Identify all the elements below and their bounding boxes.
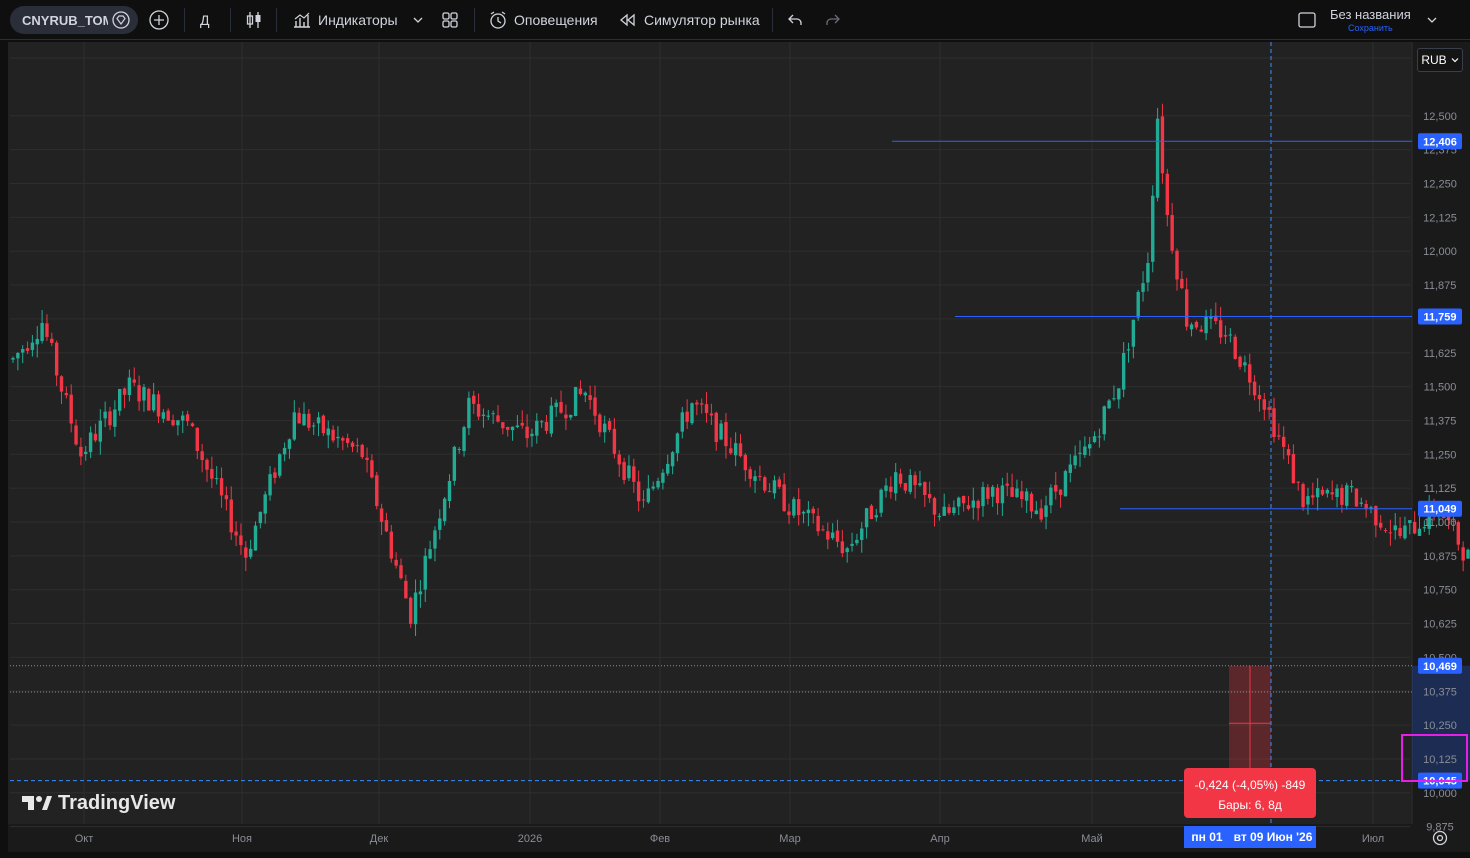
measure-bars: Бары: 6, 8д: [1218, 798, 1282, 812]
chart-type-button[interactable]: [244, 6, 264, 34]
undo-button[interactable]: [786, 6, 804, 34]
measure-change: -0,424 (-4,05%) -849: [1194, 778, 1306, 792]
undo-icon: [786, 11, 804, 29]
date-start-tag: пн 01: [1184, 826, 1230, 848]
symbol-search-button[interactable]: CNYRUB_TOM: [10, 6, 138, 34]
candles-icon: [244, 9, 264, 31]
tv-logo-icon: [22, 794, 52, 812]
save-hint: Сохранить: [1348, 23, 1393, 33]
toolbar-divider: [230, 8, 231, 32]
top-toolbar: CNYRUB_TOM Д Индикаторы Оповещения Симул…: [0, 0, 1470, 40]
scale-settings-button[interactable]: [1412, 824, 1470, 852]
currency-label: RUB: [1421, 53, 1447, 67]
layout-name: Без названия: [1330, 7, 1411, 22]
currency-button[interactable]: RUB: [1417, 48, 1463, 72]
date-end: вт 09 Июн '26: [1233, 830, 1313, 844]
redo-button[interactable]: [824, 6, 842, 34]
chevron-down-icon: [412, 14, 424, 26]
alarm-clock-icon: [488, 10, 508, 30]
toolbar-divider: [772, 8, 773, 32]
interval-label: Д: [200, 12, 210, 28]
indicators-label: Индикаторы: [318, 12, 398, 28]
symbol-name: CNYRUB_TOM: [22, 12, 108, 28]
layout-dropdown-button[interactable]: [1426, 6, 1438, 34]
diamond-icon: [112, 11, 130, 29]
tradingview-logo[interactable]: TradingView: [22, 790, 175, 816]
plus-circle-icon: [148, 9, 170, 31]
fullscreen-button[interactable]: [1296, 6, 1318, 34]
alerts-label: Оповещения: [514, 12, 598, 28]
replay-button[interactable]: Симулятор рынка: [618, 6, 760, 34]
measure-tooltip: -0,424 (-4,05%) -849 Бары: 6, 8д: [1184, 768, 1316, 818]
layout-templates-button[interactable]: [440, 6, 460, 34]
alerts-button[interactable]: Оповещения: [488, 6, 598, 34]
brand-name: TradingView: [58, 791, 176, 814]
rewind-icon: [618, 12, 636, 28]
price-scale[interactable]: [1412, 42, 1470, 824]
grid-icon: [440, 10, 460, 30]
replay-label: Симулятор рынка: [644, 12, 760, 28]
square-icon: [1296, 9, 1318, 31]
layout-name-button[interactable]: Без названия Сохранить: [1330, 5, 1411, 35]
redo-icon: [824, 11, 842, 29]
toolbar-divider: [184, 8, 185, 32]
add-symbol-button[interactable]: [148, 6, 170, 34]
indicators-button[interactable]: Индикаторы: [292, 6, 398, 34]
indicators-dropdown-button[interactable]: [412, 6, 424, 34]
gear-icon: [1431, 829, 1449, 847]
date-start: пн 01: [1191, 830, 1223, 844]
chart-pane[interactable]: [8, 42, 1412, 824]
toolbar-divider: [474, 8, 475, 32]
indicators-icon: [292, 10, 312, 30]
toolbar-divider: [276, 8, 277, 32]
interval-button[interactable]: Д: [200, 6, 209, 34]
price-highlight-box: [1401, 734, 1468, 782]
date-end-tag: вт 09 Июн '26: [1230, 826, 1316, 848]
chevron-down-icon: [1451, 56, 1459, 64]
chevron-down-icon: [1426, 14, 1438, 26]
